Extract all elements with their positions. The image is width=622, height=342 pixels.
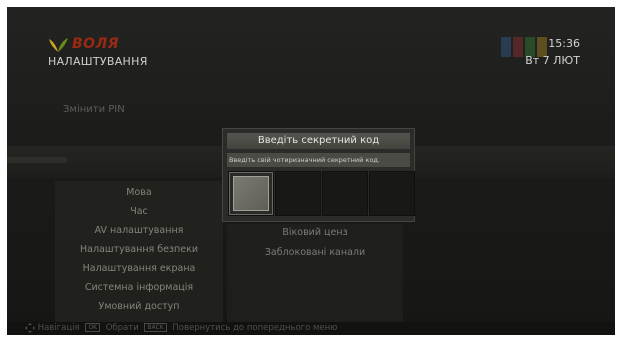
dialog-message: Введіть свій чотиризначний секретний код… — [227, 153, 410, 167]
menu-item-conditional-access[interactable]: Умовний доступ — [55, 297, 223, 316]
pin-digit-1[interactable] — [228, 171, 274, 216]
tv-screen: ВОЛЯ НАЛАШТУВАННЯ 15:36 Вт 7 ЛЮТ Змінити… — [7, 7, 615, 335]
brand-name: ВОЛЯ — [72, 36, 119, 52]
submenu-item-blocked-channels[interactable]: Заблоковані канали — [227, 243, 403, 262]
pin-digit-3[interactable] — [322, 171, 368, 216]
footer-select-label: Обрати — [105, 323, 139, 333]
back-key-icon: BACK — [144, 323, 167, 332]
footer-navigation-label: Навігація — [37, 323, 80, 333]
footer-back-label: Повернутись до попереднього меню — [172, 323, 338, 333]
pin-digit-4[interactable] — [369, 171, 415, 216]
submenu-item-age-rating[interactable]: Віковий ценз — [227, 223, 403, 242]
footer-hints: Навігація OK Обрати BACK Повернутись до … — [7, 322, 615, 335]
dialog-title: Введіть секретний код — [227, 133, 410, 149]
menu-item-time[interactable]: Час — [55, 202, 223, 221]
leaf-logo-icon — [49, 38, 68, 52]
menu-item-screen-settings[interactable]: Налаштування екрана — [55, 259, 223, 278]
clock-time: 15:36 — [548, 37, 580, 50]
pin-entry-dialog: Введіть секретний код Введіть свій чотир… — [222, 128, 415, 222]
menu-item-av-settings[interactable]: AV налаштування — [55, 221, 223, 240]
menu-item-language[interactable]: Мова — [55, 183, 223, 202]
page-title: НАЛАШТУВАННЯ — [48, 55, 148, 68]
volia-logo: ВОЛЯ — [47, 36, 119, 56]
pin-digit-2[interactable] — [275, 171, 321, 216]
navigation-arrows-icon — [25, 322, 35, 333]
band-accent — [7, 157, 67, 163]
clock-date: Вт 7 ЛЮТ — [525, 54, 580, 67]
change-pin-label: Змінити PIN — [63, 104, 125, 115]
ok-key-icon: OK — [85, 323, 100, 332]
menu-item-security-settings[interactable]: Налаштування безпеки — [55, 240, 223, 259]
menu-item-system-info[interactable]: Системна інформація — [55, 278, 223, 297]
